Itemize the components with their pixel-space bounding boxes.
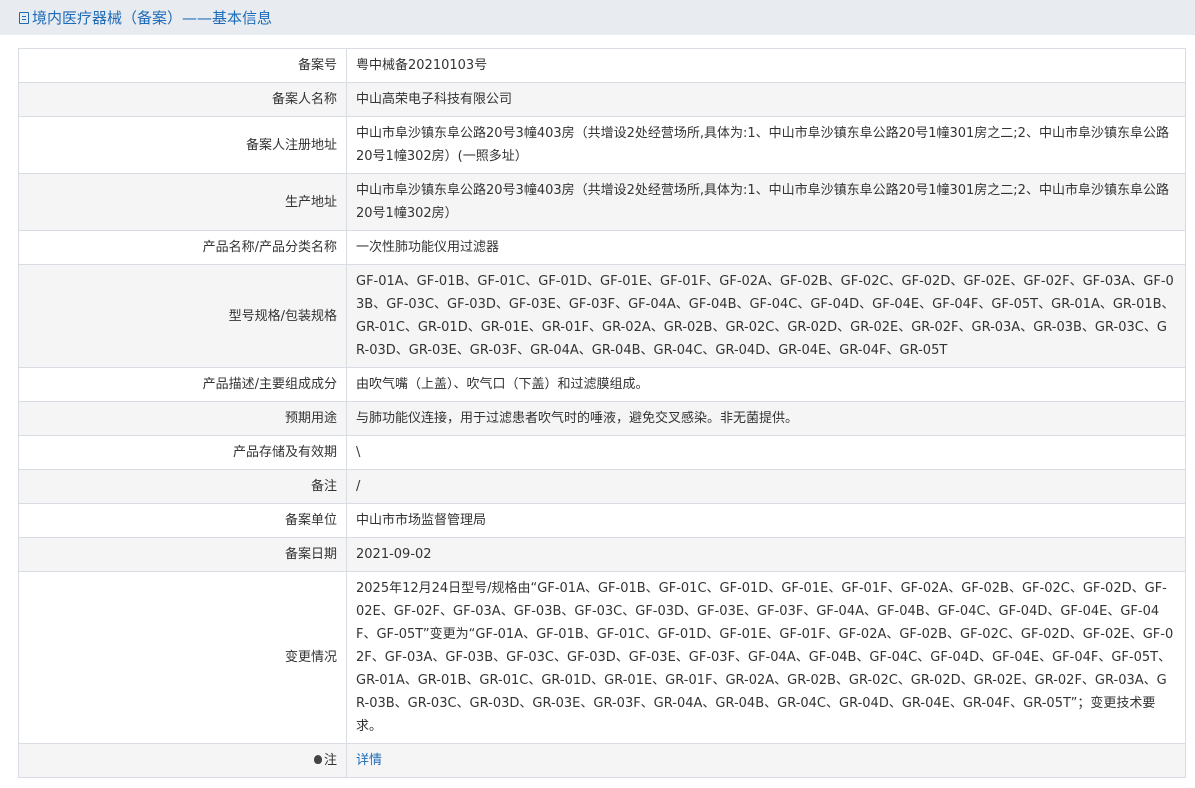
table-row-storage: 产品存储及有效期 \ <box>18 435 1186 470</box>
lightbulb-icon <box>313 755 322 764</box>
row-value: 一次性肺功能仪用过滤器 <box>346 230 1186 265</box>
row-label: 变更情况 <box>18 571 347 744</box>
row-value: / <box>346 469 1186 504</box>
table-row-intended-use: 预期用途 与肺功能仪连接，用于过滤患者吹气时的唾液，避免交叉感染。非无菌提供。 <box>18 401 1186 436</box>
row-value: 中山市市场监督管理局 <box>346 503 1186 538</box>
page-title: 境内医疗器械（备案）——基本信息 <box>32 9 273 27</box>
table-row-production-address: 生产地址 中山市阜沙镇东阜公路20号3幢403房（共增设2处经营场所,具体为:1… <box>18 173 1186 231</box>
table-row-record-date: 备案日期 2021-09-02 <box>18 537 1186 572</box>
row-label: 产品描述/主要组成成分 <box>18 367 347 402</box>
row-value: 粤中械备20210103号 <box>346 48 1186 83</box>
row-label: 预期用途 <box>18 401 347 436</box>
info-table-container: 备案号 粤中械备20210103号 备案人名称 中山高荣电子科技有限公司 备案人… <box>18 48 1186 778</box>
row-label: 备案日期 <box>18 537 347 572</box>
table-row-registered-address: 备案人注册地址 中山市阜沙镇东阜公路20号3幢403房（共增设2处经营场所,具体… <box>18 116 1186 174</box>
row-value: 与肺功能仪连接，用于过滤患者吹气时的唾液，避免交叉感染。非无菌提供。 <box>346 401 1186 436</box>
table-row-remarks: 备注 / <box>18 469 1186 504</box>
table-row-record-unit: 备案单位 中山市市场监督管理局 <box>18 503 1186 538</box>
note-label-cell: 注 <box>18 743 347 778</box>
row-value: 中山市阜沙镇东阜公路20号3幢403房（共增设2处经营场所,具体为:1、中山市阜… <box>346 116 1186 174</box>
row-value: 中山高荣电子科技有限公司 <box>346 82 1186 117</box>
table-row-filer-name: 备案人名称 中山高荣电子科技有限公司 <box>18 82 1186 117</box>
note-value-cell: 详情 <box>346 743 1186 778</box>
table-row-note: 注 详情 <box>18 743 1186 778</box>
row-label: 生产地址 <box>18 173 347 231</box>
table-row-record-number: 备案号 粤中械备20210103号 <box>18 48 1186 83</box>
row-value: GF-01A、GF-01B、GF-01C、GF-01D、GF-01E、GF-01… <box>346 264 1186 368</box>
note-label: 注 <box>323 753 337 768</box>
row-value: 2025年12月24日型号/规格由“GF-01A、GF-01B、GF-01C、G… <box>346 571 1186 744</box>
row-value: \ <box>346 435 1186 470</box>
page: 境内医疗器械（备案）——基本信息 备案号 粤中械备20210103号 备案人名称… <box>0 0 1195 788</box>
details-link[interactable]: 详情 <box>356 753 382 768</box>
row-label: 备案号 <box>18 48 347 83</box>
row-label: 备案人名称 <box>18 82 347 117</box>
document-icon <box>19 11 29 24</box>
row-label: 备注 <box>18 469 347 504</box>
row-value: 2021-09-02 <box>346 537 1186 572</box>
row-label: 产品存储及有效期 <box>18 435 347 470</box>
info-table: 备案号 粤中械备20210103号 备案人名称 中山高荣电子科技有限公司 备案人… <box>18 48 1186 778</box>
row-value: 由吹气嘴（上盖）、吹气口（下盖）和过滤膜组成。 <box>346 367 1186 402</box>
row-label: 型号规格/包装规格 <box>18 264 347 368</box>
table-row-model-spec: 型号规格/包装规格 GF-01A、GF-01B、GF-01C、GF-01D、GF… <box>18 264 1186 368</box>
table-row-product-name: 产品名称/产品分类名称 一次性肺功能仪用过滤器 <box>18 230 1186 265</box>
row-label: 备案单位 <box>18 503 347 538</box>
row-label: 产品名称/产品分类名称 <box>18 230 347 265</box>
table-row-description: 产品描述/主要组成成分 由吹气嘴（上盖）、吹气口（下盖）和过滤膜组成。 <box>18 367 1186 402</box>
title-bar: 境内医疗器械（备案）——基本信息 <box>0 0 1195 35</box>
table-row-changes: 变更情况 2025年12月24日型号/规格由“GF-01A、GF-01B、GF-… <box>18 571 1186 744</box>
row-value: 中山市阜沙镇东阜公路20号3幢403房（共增设2处经营场所,具体为:1、中山市阜… <box>346 173 1186 231</box>
row-label: 备案人注册地址 <box>18 116 347 174</box>
